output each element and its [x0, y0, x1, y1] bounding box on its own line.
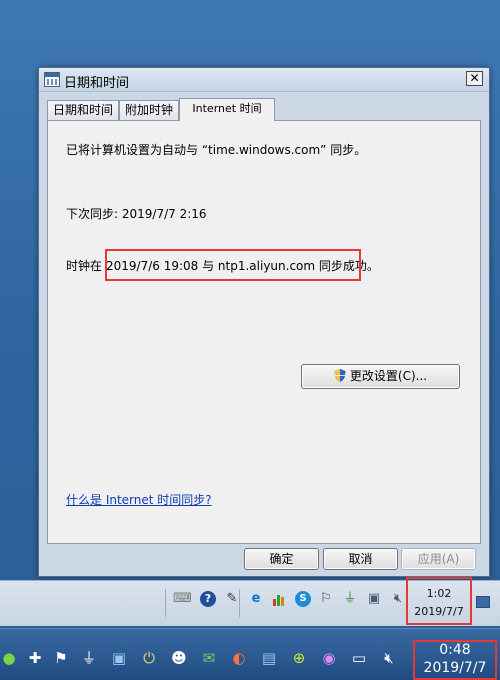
calendar-icon — [44, 72, 60, 87]
change-settings-button[interactable]: 更改设置(C)... — [301, 364, 460, 389]
inner-clock-time: 1:02 — [426, 587, 452, 600]
network-icon[interactable]: ▣ — [366, 591, 382, 607]
plug-icon[interactable]: ⏻ — [140, 649, 158, 667]
taskbar-divider — [165, 589, 166, 617]
outer-clock-time: 0:48 — [439, 642, 471, 658]
cancel-button[interactable]: 取消 — [323, 548, 398, 570]
change-settings-label: 更改设置(C)... — [349, 369, 428, 383]
network-icon[interactable]: ▤ — [260, 649, 278, 667]
title-bar[interactable]: 日期和时间 ✕ — [39, 68, 489, 92]
pen-icon[interactable]: ✎ — [224, 591, 240, 607]
inner-clock[interactable]: 1:02 2019/7/7 — [406, 577, 472, 625]
sync-prefix-text: 时钟在 — [66, 259, 103, 273]
close-button[interactable]: ✕ — [466, 71, 483, 86]
volume-mute-icon[interactable]: 🔇︎ — [380, 649, 398, 667]
tab-internet-time[interactable]: Internet 时间 — [179, 98, 275, 121]
chart-icon[interactable] — [271, 591, 287, 607]
app-icon[interactable]: ● — [0, 649, 18, 667]
show-desktop-icon[interactable] — [476, 596, 490, 608]
network-icon[interactable]: ▣ — [110, 649, 128, 667]
plus-icon[interactable]: ⊕ — [290, 649, 308, 667]
internet-time-panel: 已将计算机设置为自动与 “time.windows.com” 同步。 下次同步:… — [47, 120, 481, 544]
uac-shield-icon — [334, 369, 346, 382]
usb-icon[interactable]: ⏚ — [80, 649, 98, 667]
apply-button[interactable]: 应用(A) — [401, 548, 476, 570]
volume-mute-icon[interactable]: 🔇︎ — [390, 591, 406, 607]
ie-icon[interactable]: e — [248, 591, 264, 607]
dialog-title: 日期和时间 — [64, 76, 130, 91]
shield-s-icon[interactable]: S — [295, 591, 311, 607]
internet-time-help-link[interactable]: 什么是 Internet 时间同步? — [66, 491, 212, 508]
ok-button[interactable]: 确定 — [244, 548, 319, 570]
outer-clock-date: 2019/7/7 — [423, 660, 487, 676]
flag-icon[interactable]: ⚑ — [52, 649, 70, 667]
browser-icon[interactable]: ◐ — [230, 649, 248, 667]
media-icon[interactable]: ◉ — [320, 649, 338, 667]
outer-clock[interactable]: 0:48 2019/7/7 — [413, 640, 497, 680]
wechat-icon[interactable]: ✉ — [200, 649, 218, 667]
antivirus-icon[interactable]: ✚ — [26, 649, 44, 667]
tab-additional-clocks[interactable]: 附加时钟 — [119, 100, 179, 120]
keyboard-icon[interactable]: ⌨ — [173, 591, 192, 607]
flag-icon[interactable]: ⚐ — [318, 591, 334, 607]
help-icon[interactable]: ? — [200, 591, 216, 607]
monitor-icon[interactable]: ▭ — [350, 649, 368, 667]
tab-date-time[interactable]: 日期和时间 — [47, 100, 119, 120]
inner-clock-date: 2019/7/7 — [414, 605, 464, 618]
sync-result-highlight — [105, 249, 361, 281]
qq-icon[interactable]: ☻ — [170, 649, 188, 667]
taskbar-divider — [239, 589, 240, 617]
date-time-dialog: 日期和时间 ✕ 日期和时间 附加时钟 Internet 时间 已将计算机设置为自… — [38, 67, 490, 577]
auto-sync-text: 已将计算机设置为自动与 “time.windows.com” 同步。 — [66, 143, 367, 157]
usb-icon[interactable]: ⏚ — [342, 591, 358, 607]
next-sync-text: 下次同步: 2019/7/7 2:16 — [66, 207, 207, 221]
